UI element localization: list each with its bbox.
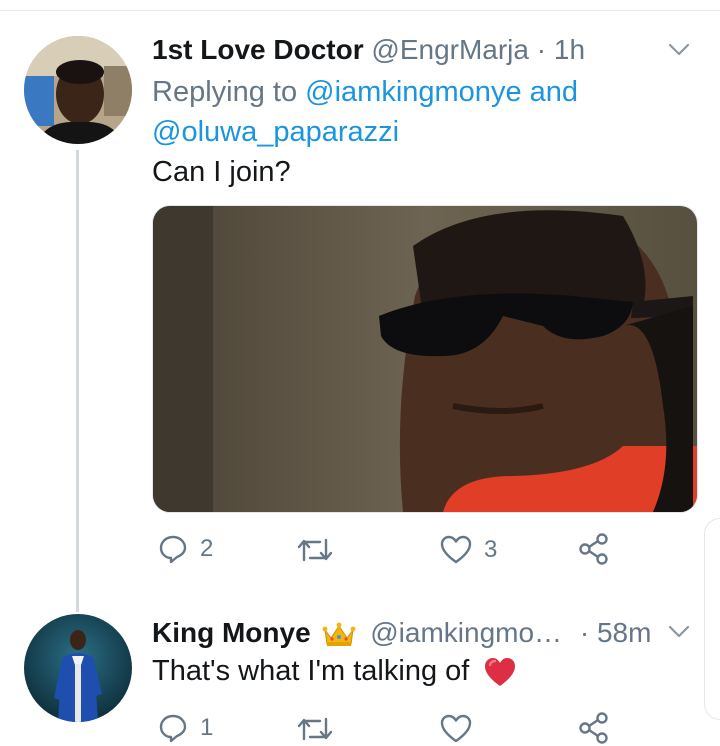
share-action[interactable] (578, 532, 610, 566)
separator-dot: · (536, 34, 547, 65)
mention-link[interactable]: @iamkingmonye (305, 76, 521, 108)
heart-icon (440, 535, 472, 564)
retweet-action[interactable] (298, 715, 344, 743)
display-name[interactable]: King Monye (152, 617, 311, 648)
avatar[interactable] (24, 614, 132, 722)
separator-dot: · (579, 617, 590, 648)
thread-connector-line (76, 150, 79, 612)
like-action[interactable]: 3 (440, 535, 497, 565)
like-action[interactable] (440, 714, 484, 744)
heart-icon (440, 714, 472, 743)
red-heart-emoji (485, 658, 516, 687)
reply-count: 1 (200, 714, 214, 741)
tweet-text-content: That's what I'm talking of (152, 655, 470, 687)
tweet-header: King Monye @iamkingmo… · 58m (152, 617, 651, 649)
like-count: 3 (484, 536, 498, 563)
retweet-action[interactable] (298, 536, 344, 564)
user-handle[interactable]: @iamkingmo… (370, 617, 562, 648)
reply-action[interactable]: 1 (158, 713, 213, 743)
reply-icon (159, 714, 187, 743)
mention-and[interactable]: and (530, 76, 578, 108)
top-divider (0, 10, 720, 11)
mention-link[interactable]: @oluwa_paparazzi (152, 116, 399, 148)
reply-action[interactable]: 2 (158, 534, 213, 564)
side-panel-edge (704, 518, 720, 720)
reply-count: 2 (200, 535, 214, 562)
retweet-icon (298, 538, 332, 562)
crown-emoji (323, 622, 356, 646)
reply-icon (159, 535, 187, 564)
chevron-down-icon[interactable] (668, 38, 690, 60)
replying-to: Replying to @iamkingmonye and @oluwa_pap… (152, 72, 672, 152)
share-icon (579, 533, 608, 565)
tweet-header: 1st Love Doctor @EngrMarja · 1h (152, 34, 585, 66)
display-name[interactable]: 1st Love Doctor (152, 34, 364, 65)
share-icon (579, 712, 608, 744)
replying-to-label: Replying to (152, 76, 298, 108)
timestamp[interactable]: 58m (597, 617, 651, 648)
retweet-icon (298, 717, 332, 741)
tweet-photo[interactable] (152, 205, 698, 513)
timestamp[interactable]: 1h (554, 34, 585, 65)
avatar[interactable] (24, 36, 132, 144)
share-action[interactable] (578, 711, 610, 745)
user-handle[interactable]: @EngrMarja (371, 34, 529, 65)
tweet-text: Can I join? (152, 156, 291, 188)
chevron-down-icon[interactable] (668, 620, 690, 642)
tweet-text: That's what I'm talking of (152, 655, 517, 688)
